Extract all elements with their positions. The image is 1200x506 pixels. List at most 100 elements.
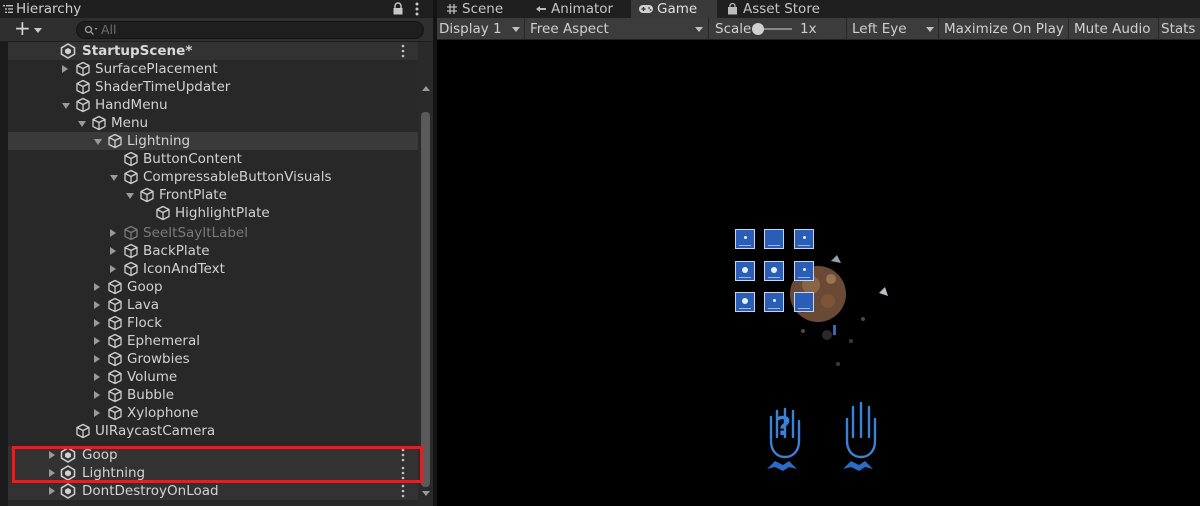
maximize-on-play-toggle[interactable]: Maximize On Play bbox=[939, 18, 1069, 40]
eye-dropdown[interactable]: Left Eye bbox=[847, 18, 939, 40]
expand-arrow-icon[interactable] bbox=[110, 247, 116, 255]
expand-arrow-icon[interactable] bbox=[94, 391, 100, 399]
hierarchy-row[interactable]: BackPlate bbox=[8, 242, 418, 260]
tile-label bbox=[798, 245, 810, 246]
hierarchy-row[interactable]: Menu bbox=[8, 114, 418, 132]
tree-gutter bbox=[0, 42, 8, 506]
scene-row-dontdestroyonload[interactable]: DontDestroyOnLoad bbox=[8, 482, 418, 500]
hierarchy-row[interactable]: Lightning bbox=[8, 132, 418, 150]
create-add-button[interactable]: + bbox=[8, 18, 50, 40]
help-hand-icon: ? bbox=[767, 407, 801, 471]
menu-tile[interactable] bbox=[735, 229, 755, 249]
collapse-arrow-icon[interactable] bbox=[78, 121, 86, 127]
hierarchy-row[interactable]: ButtonContent bbox=[8, 150, 418, 168]
gameobject-label: Menu bbox=[111, 115, 149, 131]
gameobject-label: Ephemeral bbox=[127, 333, 200, 349]
gameobject-cube-icon bbox=[124, 243, 138, 259]
kebab-menu-icon[interactable] bbox=[410, 1, 424, 17]
expand-arrow-icon[interactable] bbox=[110, 265, 116, 273]
gameobject-cube-icon bbox=[124, 151, 138, 167]
hierarchy-row[interactable]: SurfacePlacement bbox=[8, 60, 418, 78]
gameobject-cube-icon bbox=[140, 187, 154, 203]
mute-audio-toggle[interactable]: Mute Audio bbox=[1069, 18, 1159, 40]
search-input[interactable]: All bbox=[76, 21, 424, 39]
expand-arrow-icon[interactable] bbox=[94, 373, 100, 381]
gameobject-label: Lightning bbox=[127, 133, 191, 149]
aspect-label: Free Aspect bbox=[530, 21, 609, 37]
hierarchy-row[interactable]: Flock bbox=[8, 314, 418, 332]
hierarchy-row[interactable]: HighlightPlate bbox=[8, 204, 418, 222]
kebab-menu-icon[interactable] bbox=[401, 484, 405, 498]
menu-tile[interactable] bbox=[794, 261, 814, 281]
expand-arrow-icon[interactable] bbox=[94, 337, 100, 345]
tab-animator[interactable]: Animator bbox=[529, 0, 629, 18]
scene-row-startupscene[interactable]: StartupScene* bbox=[8, 42, 418, 60]
lock-icon[interactable] bbox=[392, 2, 404, 15]
hierarchy-row[interactable]: Goop bbox=[8, 278, 418, 296]
hierarchy-row[interactable]: IconAndText bbox=[8, 260, 418, 278]
stats-toggle[interactable]: Stats bbox=[1159, 18, 1200, 40]
gameobject-label: HandMenu bbox=[95, 97, 168, 113]
tab-asset-store[interactable]: Asset Store bbox=[717, 0, 837, 18]
gameobject-cube-icon bbox=[108, 369, 122, 385]
shopping-bag-icon bbox=[728, 3, 737, 15]
hierarchy-row[interactable]: Growbies bbox=[8, 350, 418, 368]
game-viewport[interactable]: ? bbox=[437, 41, 1200, 506]
hierarchy-row[interactable]: Volume bbox=[8, 368, 418, 386]
gameobject-label: SeeItSayItLabel bbox=[143, 225, 248, 241]
menu-tile[interactable] bbox=[794, 229, 814, 249]
gameobject-label: Growbies bbox=[127, 351, 190, 367]
tile-label bbox=[739, 308, 751, 309]
hierarchy-row[interactable]: CompressableButtonVisuals bbox=[8, 168, 418, 186]
collapse-arrow-icon[interactable] bbox=[94, 139, 102, 145]
hierarchy-row[interactable]: UIRaycastCamera bbox=[8, 422, 418, 440]
aspect-dropdown[interactable]: Free Aspect bbox=[525, 18, 709, 40]
hierarchy-row[interactable]: Bubble bbox=[8, 386, 418, 404]
hierarchy-row[interactable]: ShaderTimeUpdater bbox=[8, 78, 418, 96]
hierarchy-tree: StartupScene* SurfacePlacement ShaderTime… bbox=[0, 42, 433, 506]
menu-tile[interactable] bbox=[764, 229, 784, 249]
expand-arrow-icon[interactable] bbox=[94, 319, 100, 327]
expand-arrow-icon[interactable] bbox=[110, 229, 116, 237]
hierarchy-row[interactable]: SeeItSayItLabel bbox=[8, 224, 418, 242]
collapse-arrow-icon[interactable] bbox=[62, 103, 70, 109]
hierarchy-row[interactable]: FrontPlate bbox=[8, 186, 418, 204]
tile-icon bbox=[744, 236, 747, 239]
scene-hash-icon bbox=[447, 4, 457, 14]
scrollbar-thumb[interactable] bbox=[421, 112, 430, 487]
annotation-highlight-box bbox=[12, 446, 423, 483]
tile-icon bbox=[803, 268, 806, 271]
scroll-up-arrow-icon[interactable] bbox=[422, 86, 430, 91]
game-panel: Scene Animator Game Asset Store Display … bbox=[437, 0, 1200, 506]
scale-control[interactable]: Scale 1x bbox=[709, 18, 847, 40]
menu-tile[interactable] bbox=[764, 261, 784, 281]
hierarchy-row[interactable]: Lava bbox=[8, 296, 418, 314]
expand-arrow-icon[interactable] bbox=[94, 283, 100, 291]
gameobject-cube-icon bbox=[124, 169, 138, 185]
kebab-menu-icon[interactable] bbox=[401, 44, 405, 58]
expand-arrow-icon[interactable] bbox=[94, 355, 100, 363]
expand-arrow-icon[interactable] bbox=[49, 487, 55, 495]
hierarchy-row[interactable]: Xylophone bbox=[8, 404, 418, 422]
tab-game[interactable]: Game bbox=[631, 0, 717, 18]
scale-slider-thumb[interactable] bbox=[752, 23, 764, 35]
hierarchy-row[interactable]: Ephemeral bbox=[8, 332, 418, 350]
hierarchy-row[interactable]: HandMenu bbox=[8, 96, 418, 114]
gameobject-label: Lava bbox=[127, 297, 160, 313]
collapse-arrow-icon[interactable] bbox=[110, 175, 118, 181]
display-dropdown[interactable]: Display 1 bbox=[437, 18, 525, 40]
collapse-arrow-icon[interactable] bbox=[126, 193, 134, 199]
expand-arrow-icon[interactable] bbox=[94, 301, 100, 309]
menu-tile[interactable] bbox=[764, 292, 784, 312]
scroll-down-arrow-icon[interactable] bbox=[422, 491, 430, 496]
search-placeholder: All bbox=[101, 22, 117, 37]
expand-arrow-icon[interactable] bbox=[62, 65, 68, 73]
scale-label: Scale bbox=[715, 21, 752, 37]
hierarchy-scrollbar[interactable] bbox=[418, 42, 433, 506]
tab-scene[interactable]: Scene bbox=[437, 0, 529, 18]
menu-tile[interactable] bbox=[794, 292, 814, 312]
tab-label: Animator bbox=[551, 1, 614, 17]
menu-tile[interactable] bbox=[735, 292, 755, 312]
expand-arrow-icon[interactable] bbox=[94, 409, 100, 417]
menu-tile[interactable] bbox=[735, 261, 755, 281]
